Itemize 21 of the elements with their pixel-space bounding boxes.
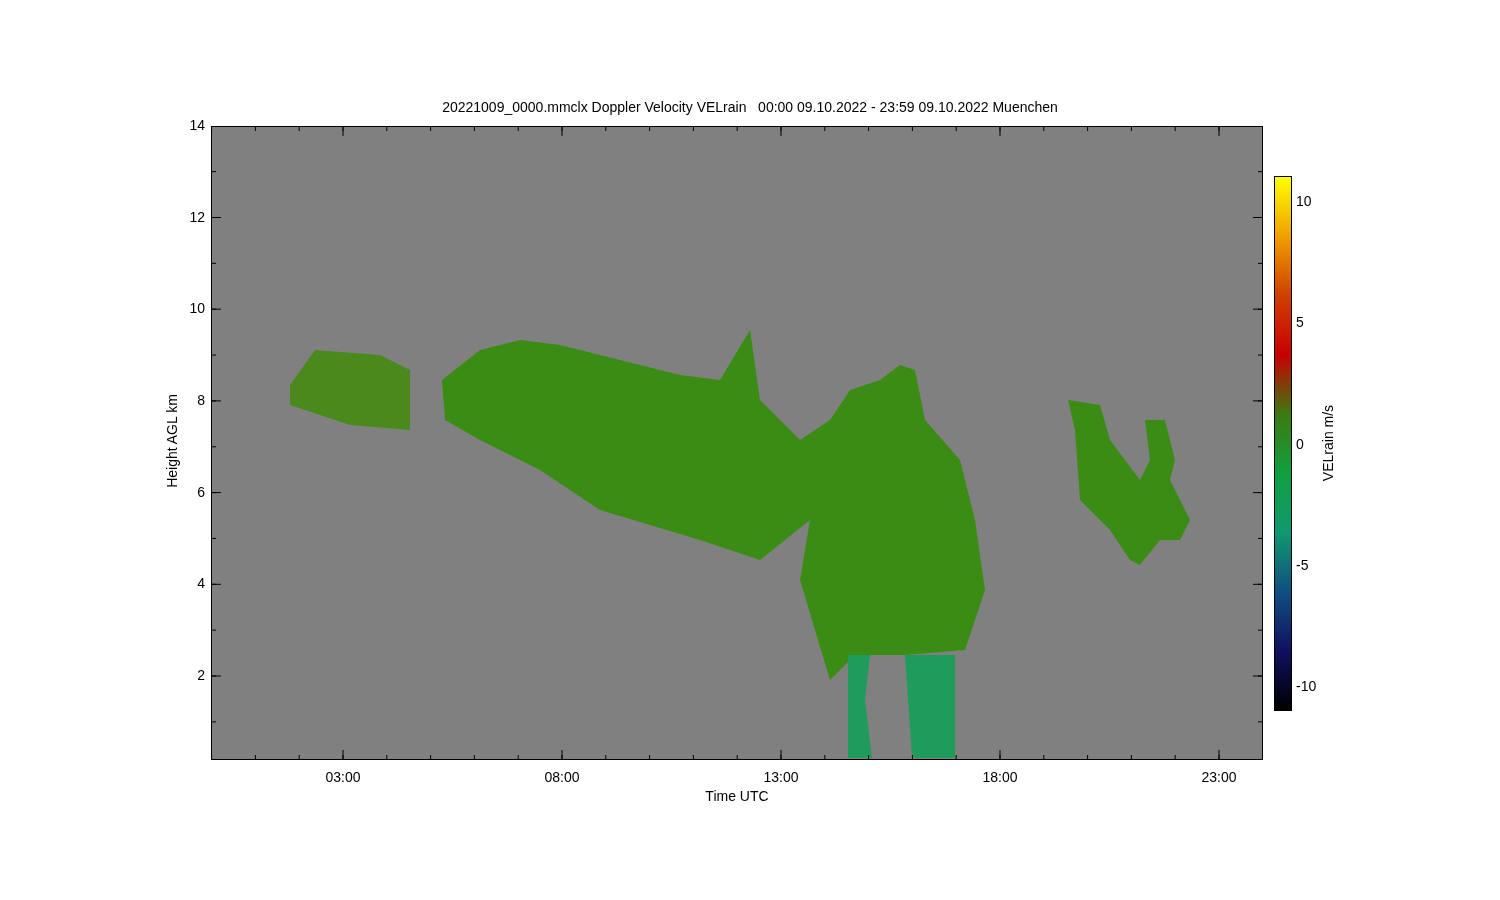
colorbar-label: VELrain m/s <box>1321 403 1335 484</box>
y-tick-label: 8 <box>196 392 205 407</box>
y-tick-label: 4 <box>196 576 205 591</box>
y-tick-label: 14 <box>188 117 205 132</box>
x-tick-label: 18:00 <box>981 770 1019 784</box>
chart-title: 20221009_0000.mmclx Doppler Velocity VELrain 00:00 09.10.2022 - 23:59 09.10.2022 Muenchen <box>441 98 1059 117</box>
colorbar-tick-label: -10 <box>1296 679 1317 694</box>
x-tick-label: 03:00 <box>324 770 362 784</box>
x-tick-label: 23:00 <box>1200 770 1238 784</box>
x-axis-label: Time UTC <box>704 789 770 803</box>
y-tick-label: 6 <box>196 484 205 499</box>
colorbar-tick-label: 5 <box>1296 315 1304 330</box>
y-axis-label: Height AGL km <box>165 393 179 490</box>
colorbar-tick-label: -5 <box>1296 557 1309 572</box>
colorbar-tick-label: 10 <box>1296 194 1312 208</box>
x-tick-label: 08:00 <box>543 770 581 784</box>
colorbar-tick-label: 0 <box>1296 436 1304 451</box>
y-tick-label: 12 <box>188 209 205 224</box>
y-tick-label: 2 <box>196 668 205 682</box>
x-tick-label: 13:00 <box>762 770 800 784</box>
y-tick-label: 10 <box>188 301 205 316</box>
